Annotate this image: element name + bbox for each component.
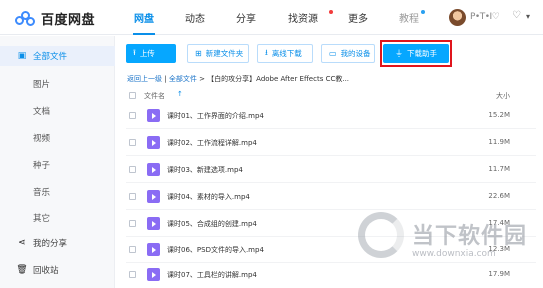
table-row[interactable]: 课时02、工作流程详解.mp4 11.9M — [126, 129, 536, 156]
select-all-checkbox[interactable] — [129, 92, 136, 99]
notification-dot — [329, 10, 333, 14]
vip-heart-icon: ♡ — [512, 10, 521, 21]
video-file-icon — [147, 136, 160, 149]
video-file-icon — [147, 268, 160, 281]
file-name[interactable]: 课时06、PSD文件的导入.mp4 — [167, 245, 264, 255]
row-checkbox[interactable] — [129, 271, 136, 278]
sidebar-item-label: 我的分享 — [33, 239, 68, 249]
back-link[interactable]: 返回上一级 — [127, 75, 162, 83]
file-size: 22.6M — [488, 192, 510, 200]
watermark-url: www.downxia.com — [412, 249, 496, 259]
trash-icon: 🗑 — [16, 265, 28, 275]
sidebar-item-label: 回收站 — [33, 266, 59, 276]
table-header: 文件名 ↑ 大小 — [126, 89, 536, 103]
sidebar-item-all-files[interactable]: ▣ 全部文件 — [0, 46, 115, 66]
sidebar-item-recycle-bin[interactable]: 🗑 回收站 — [0, 260, 115, 280]
new-folder-button[interactable]: ⊞ 新建文件夹 — [187, 44, 249, 63]
file-name[interactable]: 课时03、新建选项.mp4 — [167, 165, 243, 175]
file-size: 15.2M — [488, 111, 510, 119]
breadcrumb-path: > 【白的攻分享】Adobe After Effects CC教... — [199, 75, 350, 83]
new-dot — [421, 10, 425, 14]
nav-more[interactable]: 更多 — [348, 10, 368, 25]
watermark-logo-icon — [358, 212, 404, 258]
video-file-icon — [147, 217, 160, 230]
sidebar-item-torrents[interactable]: 种子 — [33, 159, 50, 171]
sidebar-item-my-share[interactable]: ⋖ 我的分享 — [0, 233, 115, 253]
video-file-icon — [147, 243, 160, 256]
breadcrumb-separator: | — [164, 75, 167, 83]
avatar[interactable] — [449, 9, 466, 26]
share-icon: ⋖ — [18, 238, 26, 248]
offline-download-label: 离线下载 — [271, 49, 302, 58]
sidebar: ▣ 全部文件 图片 文档 视频 种子 音乐 其它 ⋖ 我的分享 🗑 回收站 — [0, 36, 115, 288]
file-size: 11.7M — [488, 165, 510, 173]
cloud-logo-icon — [15, 10, 36, 27]
row-checkbox[interactable] — [129, 220, 136, 227]
nav-netdisk[interactable]: 网盘 — [134, 10, 154, 25]
row-checkbox[interactable] — [129, 166, 136, 173]
row-checkbox[interactable] — [129, 139, 136, 146]
upload-icon: ⭱ — [133, 47, 136, 57]
table-row[interactable]: 课时01、工作界面的介绍.mp4 15.2M — [126, 102, 536, 129]
device-icon: ▭ — [329, 49, 337, 58]
breadcrumb: 返回上一级 | 全部文件 > 【白的攻分享】Adobe After Effect… — [127, 74, 349, 84]
folder-plus-icon: ⊞ — [195, 49, 202, 58]
row-checkbox[interactable] — [129, 193, 136, 200]
highlight-box — [380, 40, 452, 67]
new-folder-label: 新建文件夹 — [205, 49, 244, 58]
site-watermark: 当下软件园 www.downxia.com — [358, 212, 543, 288]
upload-label: 上传 — [139, 49, 155, 58]
row-checkbox[interactable] — [129, 246, 136, 253]
offline-download-button[interactable]: ⭳ 离线下载 — [257, 44, 313, 63]
watermark-text: 当下软件园 — [412, 224, 528, 249]
chevron-down-icon[interactable]: ▾ — [526, 12, 530, 21]
all-files-link[interactable]: 全部文件 — [169, 75, 197, 83]
brand-name: 百度网盘 — [41, 13, 96, 28]
sidebar-item-videos[interactable]: 视频 — [33, 132, 50, 144]
nav-tutorial[interactable]: 教程 — [399, 10, 419, 25]
brand-logo[interactable]: 百度网盘 — [15, 9, 95, 28]
active-tab-indicator — [133, 33, 155, 35]
my-device-label: 我的设备 — [340, 49, 371, 58]
table-row[interactable]: 课时03、新建选项.mp4 11.7M — [126, 156, 536, 183]
nav-find-resources[interactable]: 找资源 — [288, 10, 318, 25]
file-name[interactable]: 课时04、素材的导入.mp4 — [167, 192, 250, 202]
row-checkbox[interactable] — [129, 112, 136, 119]
folder-icon: ▣ — [17, 51, 27, 61]
top-bar: 百度网盘 网盘 动态 分享 找资源 更多 教程 P•T•I♡ ♡ ▾ — [0, 0, 543, 35]
file-name[interactable]: 课时02、工作流程详解.mp4 — [167, 138, 257, 148]
sidebar-item-other[interactable]: 其它 — [33, 212, 50, 224]
table-row[interactable]: 课时04、素材的导入.mp4 22.6M — [126, 183, 536, 210]
username[interactable]: P•T•I♡ — [470, 12, 500, 22]
file-name[interactable]: 课时05、合成组的创建.mp4 — [167, 219, 257, 229]
column-name-header[interactable]: 文件名 — [144, 91, 165, 101]
video-file-icon — [147, 190, 160, 203]
column-size-header[interactable]: 大小 — [496, 91, 510, 101]
my-device-button[interactable]: ▭ 我的设备 — [321, 44, 375, 63]
download-icon: ⭳ — [265, 47, 268, 57]
video-file-icon — [147, 109, 160, 122]
sidebar-item-docs[interactable]: 文档 — [33, 105, 50, 117]
sidebar-item-label: 全部文件 — [33, 52, 68, 62]
upload-button[interactable]: ⭱ 上传 — [126, 44, 176, 63]
nav-activity[interactable]: 动态 — [185, 10, 205, 25]
sidebar-item-images[interactable]: 图片 — [33, 78, 50, 90]
file-name[interactable]: 课时01、工作界面的介绍.mp4 — [167, 111, 264, 121]
sidebar-item-music[interactable]: 音乐 — [33, 186, 50, 198]
nav-share[interactable]: 分享 — [236, 10, 256, 25]
video-file-icon — [147, 163, 160, 176]
file-name[interactable]: 课时07、工具栏的讲解.mp4 — [167, 270, 257, 280]
sort-arrow-icon[interactable]: ↑ — [177, 90, 183, 98]
file-size: 11.9M — [488, 138, 510, 146]
